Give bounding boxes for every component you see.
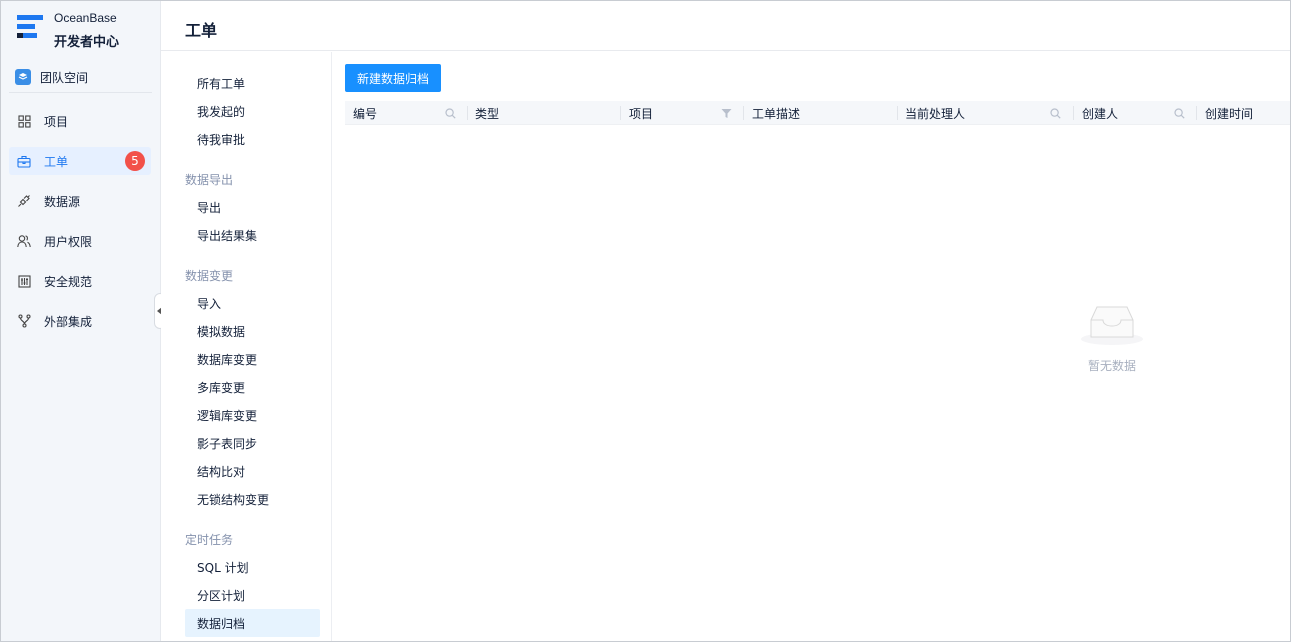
column-header-creator[interactable]: 创建人 — [1082, 101, 1118, 125]
menu-item-shadow-table-sync[interactable]: 影子表同步 — [185, 429, 320, 457]
briefcase-icon — [17, 154, 31, 168]
plug-icon — [17, 194, 31, 208]
filter-icon[interactable] — [719, 106, 733, 120]
menu-item-export[interactable]: 导出 — [185, 193, 320, 221]
page-header: 工单 — [161, 1, 1290, 51]
menu-item-structure-compare[interactable]: 结构比对 — [185, 457, 320, 485]
empty-state-text: 暂无数据 — [1087, 359, 1136, 373]
sidebar-item-security[interactable]: 安全规范 — [9, 267, 151, 295]
column-divider — [620, 106, 621, 120]
ticket-count-badge: 5 — [125, 151, 145, 171]
search-icon[interactable] — [1048, 106, 1062, 120]
sidebar-item-user-permission[interactable]: 用户权限 — [9, 227, 151, 255]
oceanbase-logo-icon — [17, 15, 45, 43]
column-header-description[interactable]: 工单描述 — [752, 101, 800, 125]
main-sidebar: OceanBase 开发者中心 团队空间 项目 工单 5 数据源 用户权限 安全… — [1, 1, 161, 641]
sidebar-item-label: 项目 — [44, 114, 69, 129]
search-icon[interactable] — [443, 106, 457, 120]
brand-name: OceanBase — [54, 11, 117, 25]
sidebar-item-datasource[interactable]: 数据源 — [9, 187, 151, 215]
column-header-id[interactable]: 编号 — [353, 101, 377, 125]
table-header: 编号 类型 项目 工单描述 当前处理人 创建人 创建时间 — [345, 101, 1290, 125]
sidebar-item-ticket[interactable]: 工单 5 — [9, 147, 151, 175]
menu-group-scheduled-tasks: 定时任务 — [185, 532, 234, 547]
menu-item-export-result-set[interactable]: 导出结果集 — [185, 221, 320, 249]
menu-group-data-export: 数据导出 — [185, 172, 234, 187]
menu-item-logical-database-change[interactable]: 逻辑库变更 — [185, 401, 320, 429]
sidebar-item-project[interactable]: 项目 — [9, 107, 151, 135]
column-header-current-handler[interactable]: 当前处理人 — [905, 101, 965, 125]
menu-item-database-change[interactable]: 数据库变更 — [185, 345, 320, 373]
column-divider — [743, 106, 744, 120]
logo[interactable]: OceanBase 开发者中心 — [17, 10, 157, 50]
empty-inbox-icon — [1081, 306, 1143, 345]
app-window: OceanBase 开发者中心 团队空间 项目 工单 5 数据源 用户权限 安全… — [0, 0, 1291, 642]
menu-item-lockless-schema-change[interactable]: 无锁结构变更 — [185, 485, 320, 513]
empty-state: 暂无数据 — [1079, 301, 1145, 381]
menu-item-multi-database-change[interactable]: 多库变更 — [185, 373, 320, 401]
column-header-project[interactable]: 项目 — [629, 101, 653, 125]
column-header-created-time[interactable]: 创建时间 — [1205, 101, 1253, 125]
sidebar-item-label: 安全规范 — [44, 274, 93, 289]
grid-icon — [17, 114, 31, 128]
menu-item-import[interactable]: 导入 — [185, 289, 320, 317]
menu-item-data-archive[interactable]: 数据归档 — [185, 609, 320, 637]
column-divider — [467, 106, 468, 120]
team-cube-icon — [15, 69, 31, 85]
menu-item-partition-plan[interactable]: 分区计划 — [185, 581, 320, 609]
sidebar-item-label: 工单 — [44, 154, 69, 169]
column-divider — [1073, 106, 1074, 120]
menu-group-data-change: 数据变更 — [185, 268, 234, 283]
column-header-type[interactable]: 类型 — [475, 101, 499, 125]
menu-item-mock-data[interactable]: 模拟数据 — [185, 317, 320, 345]
menu-item-sql-plan[interactable]: SQL 计划 — [185, 553, 320, 581]
column-divider — [1196, 106, 1197, 120]
menu-item-pending-approval[interactable]: 待我审批 — [185, 125, 320, 153]
sidebar-item-integration[interactable]: 外部集成 — [9, 307, 151, 335]
menu-item-initiated-by-me[interactable]: 我发起的 — [185, 97, 320, 125]
ticket-type-menu: 所有工单 我发起的 待我审批 数据导出 导出 导出结果集 数据变更 导入 模拟数… — [161, 52, 332, 641]
search-icon[interactable] — [1172, 106, 1186, 120]
brand-subtitle: 开发者中心 — [54, 35, 120, 50]
sidebar-item-label: 数据源 — [44, 194, 81, 209]
menu-item-all-tickets[interactable]: 所有工单 — [185, 69, 320, 97]
column-divider — [897, 106, 898, 120]
new-data-archive-button[interactable]: 新建数据归档 — [345, 64, 441, 92]
fork-icon — [17, 314, 31, 328]
team-space-label: 团队空间 — [40, 70, 89, 85]
sidebar-item-label: 外部集成 — [44, 314, 93, 329]
sidebar-item-label: 用户权限 — [44, 234, 93, 249]
sliders-icon — [17, 274, 31, 288]
users-icon — [17, 234, 31, 248]
nav-divider — [9, 92, 152, 93]
team-space-switcher[interactable]: 团队空间 — [15, 67, 151, 87]
page-title: 工单 — [185, 21, 218, 40]
